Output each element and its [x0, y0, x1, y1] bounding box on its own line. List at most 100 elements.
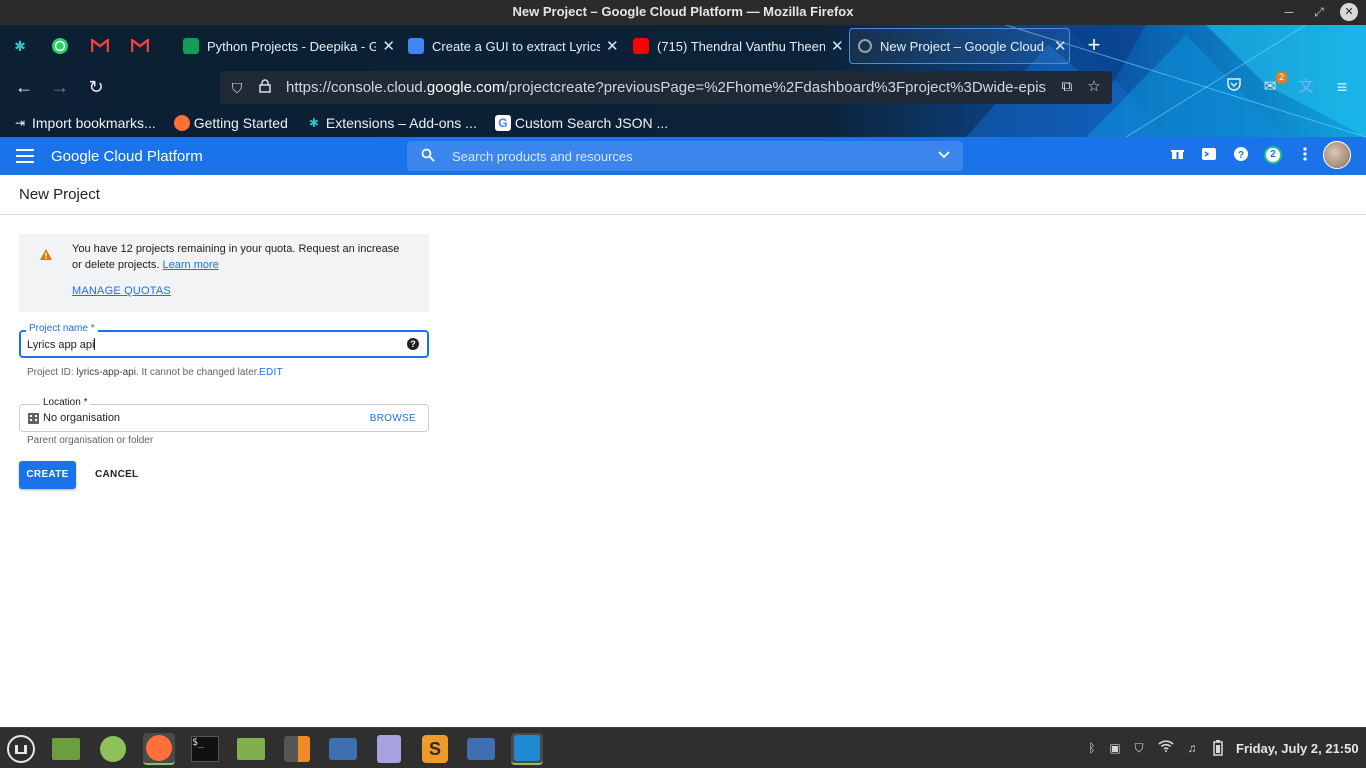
avatar[interactable]: [1323, 141, 1351, 169]
translate-extension-icon[interactable]: 文: [1295, 76, 1317, 98]
import-icon: ⇥: [14, 116, 26, 130]
notifications-badge[interactable]: 2: [1264, 146, 1282, 164]
project-name-label: Project name *: [26, 323, 98, 334]
app-grid-icon[interactable]: [97, 733, 129, 765]
terminal-icon[interactable]: $_: [189, 733, 221, 765]
more-vert-icon[interactable]: [1296, 147, 1314, 165]
bookmark-getting-started[interactable]: Getting Started: [173, 115, 288, 131]
warning-icon: [40, 249, 52, 260]
lock-icon[interactable]: [254, 77, 276, 99]
bluetooth-icon[interactable]: ᛒ: [1084, 740, 1100, 756]
docs-icon: [408, 38, 424, 54]
new-tab-icon[interactable]: +: [1083, 34, 1105, 57]
window-titlebar: New Project – Google Cloud Platform — Mo…: [0, 0, 1366, 25]
text-editor-icon[interactable]: [373, 733, 405, 765]
reload-icon[interactable]: ↻: [85, 76, 107, 98]
wifi-icon[interactable]: [1158, 740, 1174, 756]
learn-more-link[interactable]: Learn more: [163, 259, 219, 271]
cloud-shell-icon[interactable]: [1200, 147, 1218, 165]
pinned-tab-gmail-icon[interactable]: [89, 35, 111, 57]
screenshot-icon[interactable]: [327, 733, 359, 765]
tab-close-icon[interactable]: ✕: [1054, 37, 1067, 55]
chevron-down-icon[interactable]: [937, 148, 951, 162]
tab-label: New Project – Google Cloud Platform: [880, 38, 1048, 54]
show-desktop-icon[interactable]: [50, 733, 82, 765]
shield-icon[interactable]: ⛉: [226, 77, 248, 99]
help-circle-icon[interactable]: ?: [407, 338, 419, 350]
pocket-icon[interactable]: [1223, 76, 1245, 98]
battery-icon[interactable]: [1210, 740, 1226, 756]
firefox-taskbar-icon[interactable]: [143, 733, 175, 765]
svg-text:?: ?: [1238, 150, 1244, 161]
tab-youtube[interactable]: (715) Thendral Vanthu Theendum ✕: [625, 28, 845, 64]
manage-quotas-link[interactable]: MANAGE QUOTAS: [72, 285, 171, 297]
location-field[interactable]: Location * No organisation BROWSE: [19, 397, 429, 432]
mint-menu-icon[interactable]: [5, 733, 37, 765]
search-placeholder: Search products and resources: [452, 149, 633, 164]
extension-icon[interactable]: ✉ 2: [1259, 72, 1287, 98]
calculator-icon[interactable]: [281, 733, 313, 765]
tab-close-icon[interactable]: ✕: [382, 37, 395, 55]
back-icon[interactable]: ←: [13, 76, 35, 98]
sheets-icon: [183, 38, 199, 54]
files-icon[interactable]: [235, 733, 267, 765]
pinned-tab-gmail-icon-2[interactable]: [129, 35, 151, 57]
quota-notice: You have 12 projects remaining in your q…: [19, 234, 429, 312]
url-bar[interactable]: ⛉ https://console.cloud.google.com/proje…: [220, 71, 1112, 104]
bookmark-import[interactable]: ⇥ Import bookmarks...: [12, 115, 156, 131]
restore-icon[interactable]: ⤢: [1310, 3, 1328, 21]
product-title[interactable]: Google Cloud Platform: [51, 148, 203, 165]
translate-icon[interactable]: ⧉: [1056, 76, 1078, 98]
location-value: No organisation: [43, 412, 121, 424]
project-name-field[interactable]: Project name * Lyrics app api ?: [19, 323, 429, 358]
menu-icon[interactable]: ≡: [1331, 76, 1353, 98]
quota-message: You have 12 projects remaining in your q…: [72, 243, 400, 271]
bookmark-extensions[interactable]: ✱ Extensions – Add-ons ...: [306, 115, 477, 131]
edit-project-id-button[interactable]: EDIT: [259, 367, 283, 378]
organisation-icon: [28, 413, 39, 424]
tab-create-gui[interactable]: Create a GUI to extract Lyrics ✕: [400, 28, 620, 64]
clipboard-icon[interactable]: ▣: [1107, 740, 1123, 756]
create-button[interactable]: CREATE: [19, 461, 76, 489]
search-input[interactable]: Search products and resources: [407, 141, 963, 171]
forward-icon[interactable]: →: [49, 76, 71, 98]
shield-tray-icon[interactable]: ⛉: [1131, 740, 1147, 756]
tab-strip: ✱ Python Projects - Deepika - Google ✕ C…: [0, 25, 1366, 67]
search-icon: [421, 148, 435, 162]
tab-close-icon[interactable]: ✕: [831, 37, 844, 55]
extension-badge: 2: [1275, 72, 1287, 83]
tab-close-icon[interactable]: ✕: [606, 37, 619, 55]
bookmark-star-icon[interactable]: ☆: [1083, 76, 1105, 98]
gift-icon[interactable]: [1168, 147, 1186, 165]
clock[interactable]: Friday, July 2, 21:50: [1236, 741, 1359, 756]
page-title: New Project: [19, 186, 100, 203]
project-name-input[interactable]: Lyrics app api: [27, 338, 96, 351]
minimize-icon[interactable]: ─: [1280, 3, 1298, 21]
gcp-header: Google Cloud Platform Search products an…: [0, 137, 1366, 175]
browser-chrome: ✱ Python Projects - Deepika - Google ✕ C…: [0, 25, 1366, 137]
help-icon[interactable]: ?: [1232, 147, 1250, 165]
vscode-icon[interactable]: [511, 733, 543, 765]
hamburger-menu-icon[interactable]: [16, 149, 34, 163]
tab-label: Create a GUI to extract Lyrics: [432, 38, 600, 54]
music-icon[interactable]: ♫: [1184, 740, 1200, 756]
firefox-icon: [173, 115, 190, 131]
browse-button[interactable]: BROWSE: [370, 413, 416, 424]
bookmarks-toolbar: ⇥ Import bookmarks... Getting Started ✱ Ex…: [0, 109, 1366, 137]
tab-python-projects[interactable]: Python Projects - Deepika - Google ✕: [175, 28, 395, 64]
page-header: New Project: [0, 175, 1366, 215]
pinned-tab-puzzle-icon[interactable]: ✱: [9, 35, 31, 57]
screenshot-icon-2[interactable]: [465, 733, 497, 765]
url-text: https://console.cloud.google.com/project…: [286, 79, 1046, 96]
gcp-icon: [858, 39, 872, 53]
youtube-icon: [633, 38, 649, 54]
text-caret: [94, 338, 96, 350]
pinned-tab-whatsapp-icon[interactable]: [49, 35, 71, 57]
bookmark-custom-search[interactable]: G Custom Search JSON ...: [494, 115, 668, 131]
sublime-text-icon[interactable]: S: [419, 733, 451, 765]
cancel-button[interactable]: CANCEL: [88, 461, 145, 489]
taskbar: $_ S ᛒ ▣ ⛉ ♫ Friday, July 2, 21:50: [0, 727, 1366, 768]
window-close-icon[interactable]: ✕: [1340, 3, 1358, 21]
google-icon: G: [494, 115, 511, 131]
tab-new-project[interactable]: New Project – Google Cloud Platform ✕: [849, 28, 1070, 64]
